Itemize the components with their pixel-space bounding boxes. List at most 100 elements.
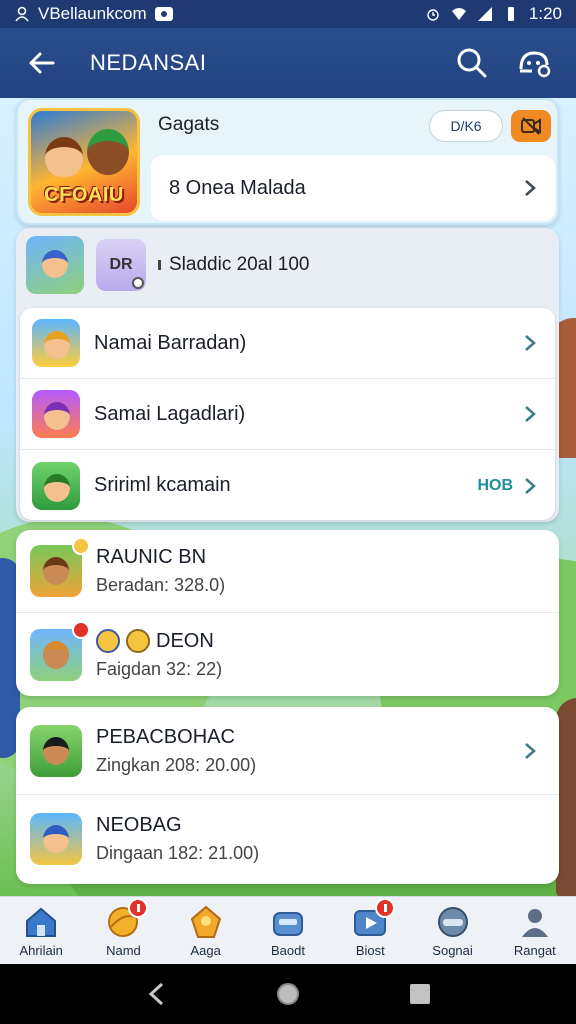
chevron-right-icon (525, 742, 536, 759)
menu-group-card: DR Sladdic 20al 100 Namai Barradan) Sama… (16, 228, 559, 522)
summary-text: Sladdic 20al 100 (169, 254, 310, 275)
player-avatar (30, 537, 90, 597)
list-item-tag: HOB (477, 476, 513, 494)
game-detail-label: 8 Onea Malada (169, 176, 306, 199)
list-item-label: Namai Barradan) (94, 331, 247, 354)
menu-list: Namai Barradan) Samai Lagadlari) Sririml… (20, 308, 555, 520)
summary-row[interactable]: DR Sladdic 20al 100 (16, 228, 559, 302)
game-card: CFOAIU Gagats D/K6 8 Onea Malada (16, 98, 559, 225)
nav-item-trophy[interactable]: Aaga (165, 897, 247, 964)
players-card: PEBACBOHAC Zingkan 208: 20.00) NEOBAG Di… (16, 707, 559, 884)
search-button[interactable] (452, 43, 492, 83)
game-detail-row[interactable]: 8 Onea Malada (151, 155, 555, 221)
dr-badge-label: DR (109, 256, 133, 273)
system-home-button[interactable] (266, 972, 310, 1016)
wifi-icon (451, 8, 466, 20)
nav-label: Namd (106, 942, 141, 958)
coin-icon (132, 277, 144, 289)
player-avatar (30, 620, 90, 681)
chevron-right-icon (525, 477, 536, 494)
avatar (26, 236, 84, 294)
nav-item-home[interactable]: Ahrilain (0, 897, 82, 964)
arrow-left-icon (29, 52, 55, 74)
recents-square-icon (410, 984, 430, 1004)
video-off-icon (521, 117, 541, 135)
player-row[interactable]: DEON Faigdan 32: 22) (16, 613, 559, 696)
item-icon (32, 390, 80, 438)
nav-label: Aaga (190, 942, 221, 958)
bullet-icon (158, 260, 161, 270)
shield-coin-icon (126, 629, 150, 653)
app-bar: NEDANSAI (0, 28, 576, 98)
nav-item-helmet[interactable]: Sognai (411, 897, 493, 964)
signal-icon (477, 7, 492, 21)
star-badge-icon (72, 537, 90, 555)
player-row[interactable]: RAUNIC BN Beradan: 328.0) (16, 530, 559, 613)
battery-icon (507, 7, 514, 21)
system-back-button[interactable] (134, 972, 178, 1016)
mode-pill-button[interactable]: D/K6 (429, 110, 503, 142)
item-icon (32, 319, 80, 367)
search-icon (457, 48, 487, 78)
nav-item-profile[interactable]: Rangat (494, 897, 576, 964)
video-button[interactable] (511, 110, 551, 142)
notification-badge (128, 897, 149, 918)
status-time: 1:20 (528, 4, 562, 23)
player-avatar (30, 813, 82, 865)
game-title: Gagats (158, 114, 220, 135)
player-name: RAUNIC BN (96, 546, 207, 568)
list-item[interactable]: Sririml kcamain HOB (20, 450, 555, 521)
home-circle-icon (277, 983, 299, 1005)
dr-badge: DR (96, 239, 146, 291)
nav-item-chest[interactable]: Baodt (247, 897, 329, 964)
list-item[interactable]: Namai Barradan) (20, 308, 555, 379)
player-stats: Dingaan 182: 21.00) (96, 843, 260, 863)
user-gear-icon (519, 51, 551, 78)
alert-badge-icon (72, 620, 90, 639)
nav-item-play[interactable]: Biost (329, 897, 411, 964)
trophy-icon (190, 905, 221, 938)
home-icon (26, 907, 57, 937)
list-item-label: Sririml kcamain (94, 474, 231, 496)
player-row[interactable]: PEBACBOHAC Zingkan 208: 20.00) (16, 707, 559, 795)
nav-label: Baodt (270, 942, 305, 958)
player-stats: Faigdan 32: 22) (96, 659, 223, 679)
status-bar: VBellaunkcom 1:20 (0, 0, 576, 28)
system-recents-button[interactable] (398, 972, 442, 1016)
coin-icon (96, 629, 120, 653)
bottom-navigation: Ahrilain Namd Aaga Baodt Biost Sognai Ra… (0, 896, 576, 964)
player-avatar (30, 724, 82, 777)
page-title: NEDANSAI (90, 50, 207, 75)
game-artwork[interactable]: CFOAIU (28, 108, 140, 216)
list-item[interactable]: Samai Lagadlari) (20, 379, 555, 450)
profile-status-icon (15, 6, 29, 22)
player-name: PEBACBOHAC (96, 725, 235, 748)
player-stats: Zingkan 208: 20.00) (96, 754, 257, 775)
alarm-icon (427, 9, 439, 21)
player-name: DEON (156, 629, 214, 652)
account-settings-button[interactable] (514, 43, 554, 83)
profile-icon (521, 908, 548, 937)
nav-label: Ahrilain (19, 942, 63, 958)
status-carrier: VBellaunkcom (38, 4, 147, 23)
back-triangle-icon (148, 982, 164, 1006)
helmet-icon (437, 906, 468, 937)
item-icon (32, 461, 80, 510)
chevron-right-icon (525, 335, 536, 351)
back-button[interactable] (14, 35, 70, 91)
chest-icon (272, 911, 303, 936)
nav-label: Sognai (432, 942, 473, 958)
players-card: RAUNIC BN Beradan: 328.0) DEON Faigdan 3… (16, 530, 559, 696)
chevron-right-icon (525, 180, 536, 196)
notification-icon (154, 7, 173, 21)
player-name: NEOBAG (96, 814, 182, 836)
nav-item-ball[interactable]: Namd (82, 897, 164, 964)
chevron-right-icon (525, 406, 536, 422)
game-logo: CFOAIU (44, 184, 124, 206)
list-item-label: Samai Lagadlari) (94, 402, 246, 425)
player-row[interactable]: NEOBAG Dingaan 182: 21.00) (16, 795, 559, 883)
system-navigation-bar (0, 964, 576, 1024)
nav-label: Rangat (513, 942, 556, 958)
notification-badge (375, 897, 396, 918)
nav-label: Biost (355, 942, 385, 958)
